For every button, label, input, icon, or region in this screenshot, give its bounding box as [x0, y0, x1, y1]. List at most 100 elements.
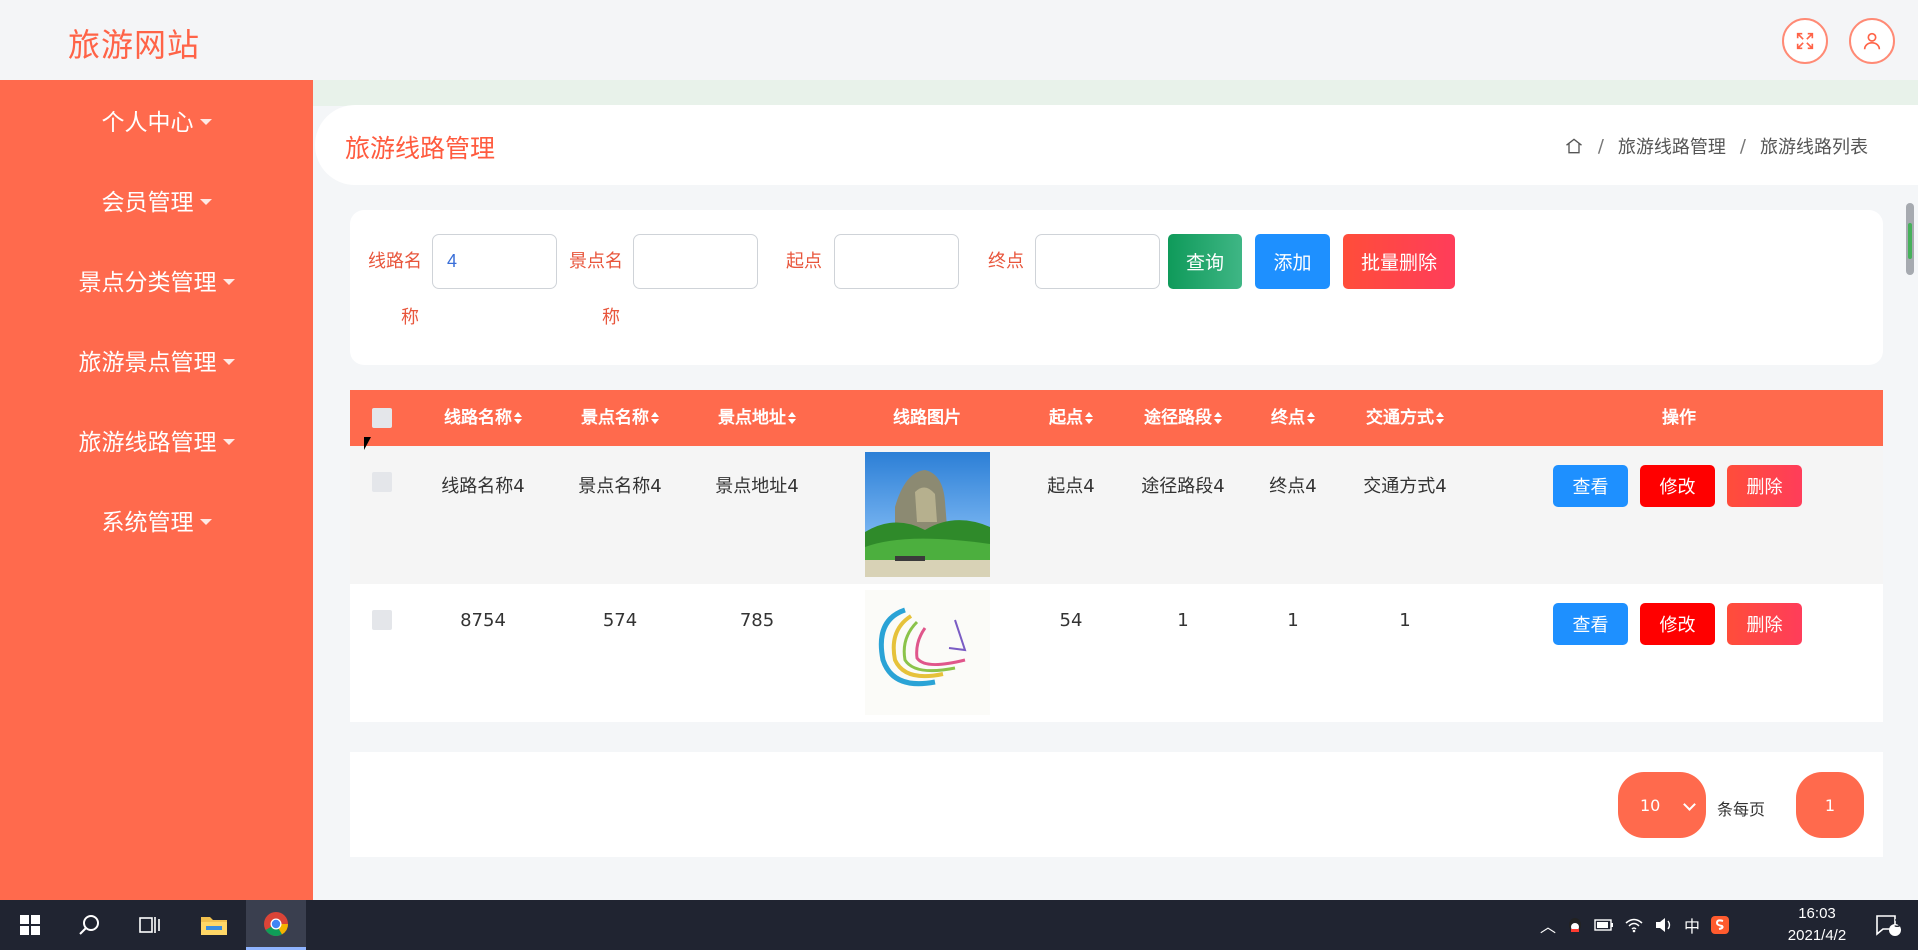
page-size-value: 10	[1640, 795, 1661, 815]
query-button[interactable]: 查询	[1168, 234, 1242, 289]
page-number-current[interactable]: 1	[1796, 772, 1864, 838]
user-icon	[1863, 32, 1881, 50]
breadcrumb-separator: /	[1739, 135, 1746, 157]
start-button[interactable]	[0, 900, 60, 950]
expand-icon	[1796, 32, 1814, 50]
spot-name-input[interactable]	[633, 234, 758, 289]
qq-icon[interactable]	[1566, 916, 1584, 934]
mouse-cursor-icon	[364, 437, 371, 450]
caret-down-icon	[199, 519, 212, 525]
page-size-select[interactable]: 10	[1618, 772, 1706, 838]
cell-via: 1	[1177, 610, 1189, 631]
cell-spot-address: 785	[739, 610, 775, 631]
sort-icon	[1214, 412, 1222, 424]
add-button[interactable]: 添加	[1255, 234, 1330, 289]
column-header-transport[interactable]: 交通方式	[1366, 390, 1444, 446]
action-center-button[interactable]: 3	[1858, 900, 1918, 950]
clock-date: 2021/4/2	[1787, 927, 1847, 944]
chrome-taskbar-button[interactable]	[246, 900, 306, 950]
sidebar-item-personal-center[interactable]: 个人中心	[0, 80, 313, 160]
breadcrumb-item-route-management[interactable]: 旅游线路管理	[1618, 133, 1726, 159]
fullscreen-button[interactable]	[1782, 18, 1828, 64]
breadcrumb-item-route-list: 旅游线路列表	[1760, 137, 1868, 158]
user-button[interactable]	[1849, 18, 1895, 64]
edit-button[interactable]: 修改	[1640, 603, 1715, 645]
task-view-button[interactable]	[120, 900, 180, 950]
taskbar-search-button[interactable]	[60, 900, 120, 950]
batch-delete-button[interactable]: 批量删除	[1343, 234, 1455, 289]
sidebar-item-label: 会员管理	[101, 190, 194, 216]
sogou-input-icon[interactable]	[1710, 915, 1730, 935]
windows-logo-icon	[20, 915, 40, 935]
file-explorer-button[interactable]	[184, 900, 244, 950]
route-name-label: 线路名	[368, 251, 422, 272]
column-header-via[interactable]: 途径路段	[1144, 390, 1222, 446]
sidebar-item-member-management[interactable]: 会员管理	[0, 160, 313, 240]
sidebar-item-label: 系统管理	[101, 510, 194, 536]
route-image-thumbnail	[865, 452, 990, 577]
select-all-checkbox[interactable]	[372, 408, 392, 428]
sort-icon	[1307, 412, 1315, 424]
wifi-icon[interactable]	[1624, 917, 1644, 933]
cell-route-name: 线路名称4	[441, 476, 525, 497]
cell-transport: 1	[1399, 610, 1411, 631]
sidebar-item-route-management[interactable]: 旅游线路管理	[0, 400, 313, 480]
battery-icon[interactable]	[1594, 918, 1614, 932]
start-input[interactable]	[834, 234, 959, 289]
view-button[interactable]: 查看	[1553, 465, 1628, 507]
page-scrollbar[interactable]	[1906, 203, 1914, 275]
cell-end: 1	[1287, 610, 1299, 631]
breadcrumb: / 旅游线路管理 / 旅游线路列表	[1564, 133, 1868, 159]
start-label: 起点	[786, 251, 822, 272]
end-label: 终点	[988, 251, 1024, 272]
sort-icon	[1436, 412, 1444, 424]
per-page-label: 条每页	[1717, 800, 1766, 819]
taskbar-clock[interactable]: 16:03 2021/4/2	[1775, 903, 1859, 947]
input-method-indicator[interactable]: 中	[1684, 913, 1700, 937]
sidebar-item-label: 旅游线路管理	[78, 430, 217, 456]
home-icon[interactable]	[1564, 136, 1584, 156]
column-header-spot-address[interactable]: 景点地址	[718, 390, 796, 446]
cell-start: 起点4	[1047, 476, 1095, 497]
cell-spot-name: 574	[602, 610, 638, 631]
edit-button[interactable]: 修改	[1640, 465, 1715, 507]
sort-icon	[514, 412, 522, 424]
caret-down-icon	[222, 279, 235, 285]
sidebar-item-system-management[interactable]: 系统管理	[0, 480, 313, 560]
notification-count: 3	[1894, 917, 1902, 930]
pagination-panel: 10 条每页 1	[350, 752, 1883, 857]
chrome-icon	[264, 911, 288, 936]
column-header-start[interactable]: 起点	[1049, 390, 1093, 446]
delete-button[interactable]: 删除	[1727, 603, 1802, 645]
row-checkbox[interactable]	[372, 472, 392, 492]
top-bar: 旅游网站	[0, 0, 1918, 80]
task-view-icon	[139, 917, 160, 933]
cell-start: 54	[1059, 610, 1083, 631]
column-header-spot-name[interactable]: 景点名称	[581, 390, 659, 446]
sidebar-item-label: 旅游景点管理	[78, 350, 217, 376]
sidebar-item-label: 个人中心	[101, 110, 194, 136]
row-checkbox[interactable]	[372, 610, 392, 630]
cell-spot-name: 景点名称4	[578, 476, 662, 497]
column-header-end[interactable]: 终点	[1271, 390, 1315, 446]
sidebar-item-spot-category-management[interactable]: 景点分类管理	[0, 240, 313, 320]
column-header-route-image: 线路图片	[893, 408, 961, 428]
spot-name-label: 景点名	[569, 251, 623, 272]
view-button[interactable]: 查看	[1553, 603, 1628, 645]
route-image-thumbnail	[865, 590, 990, 715]
sidebar-item-spot-management[interactable]: 旅游景点管理	[0, 320, 313, 400]
volume-icon[interactable]	[1654, 917, 1674, 933]
route-name-input[interactable]	[432, 234, 557, 289]
sidebar-item-label: 景点分类管理	[78, 270, 217, 296]
column-header-route-name[interactable]: 线路名称	[444, 390, 522, 446]
chevron-up-icon[interactable]: ︿	[1540, 913, 1556, 937]
site-logo: 旅游网站	[68, 26, 201, 64]
caret-down-icon	[199, 119, 212, 125]
folder-icon	[201, 917, 227, 935]
sort-icon	[788, 412, 796, 424]
cell-route-name: 8754	[460, 610, 506, 631]
delete-button[interactable]: 删除	[1727, 465, 1802, 507]
end-input[interactable]	[1035, 234, 1160, 289]
search-panel: 线路名 称 景点名 称 起点 终点 查询 添加 批量删除	[350, 210, 1883, 365]
content-top-strip	[313, 80, 1918, 106]
